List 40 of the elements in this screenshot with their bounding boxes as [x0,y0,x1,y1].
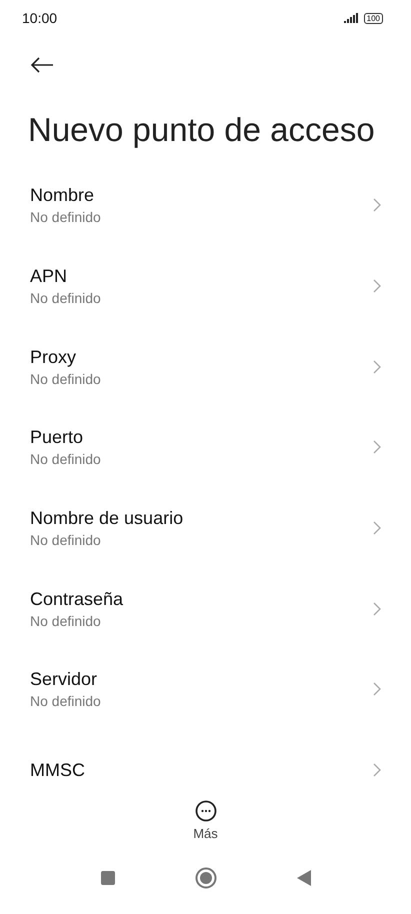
item-value: No definido [30,451,101,468]
item-title: Contraseña [30,588,124,610]
item-value: No definido [30,612,102,629]
battery-icon: 100 [364,12,383,24]
settings-item[interactable]: Contraseña No definido [0,568,411,650]
chevron-icon [373,521,381,536]
item-value: No definido [30,532,102,548]
chevron-icon [373,763,381,778]
chevron-icon [373,279,381,294]
settings-item[interactable]: MMSC [0,730,411,781]
chevron-icon [373,360,381,374]
settings-item[interactable]: Proxy No definido [0,326,411,408]
signal-icon [344,13,360,23]
back-nav-button[interactable] [296,870,310,886]
settings-item[interactable]: Servidor No definido [0,649,411,730]
more-button[interactable]: Más [193,800,218,840]
home-button[interactable] [194,866,216,888]
item-value: No definido [30,370,101,387]
back-button[interactable] [30,57,54,73]
settings-item[interactable]: Nombre de usuario No definido [0,488,411,568]
item-value: No definido [30,209,101,226]
item-value: No definido [30,693,101,710]
item-title: Nombre de usuario [30,508,184,530]
status-time: 10:00 [22,10,58,26]
recents-button[interactable] [100,870,114,884]
item-value: No definido [30,290,101,306]
item-title: Servidor [30,669,98,690]
chevron-icon [373,682,381,696]
chevron-icon [373,198,381,212]
item-title: Puerto [30,427,84,448]
settings-item[interactable]: APN No definido [0,246,411,326]
chevron-icon [373,602,381,616]
chevron-icon [373,440,381,454]
settings-item[interactable]: Puerto No definido [0,407,411,488]
item-title: Nombre [30,185,96,206]
item-title: MMSC [30,760,85,781]
page-title: Nuevo punto de acceso [27,110,376,150]
item-title: APN [30,266,68,288]
item-title: Proxy [30,346,78,368]
settings-item[interactable]: Nombre No definido [0,165,411,246]
